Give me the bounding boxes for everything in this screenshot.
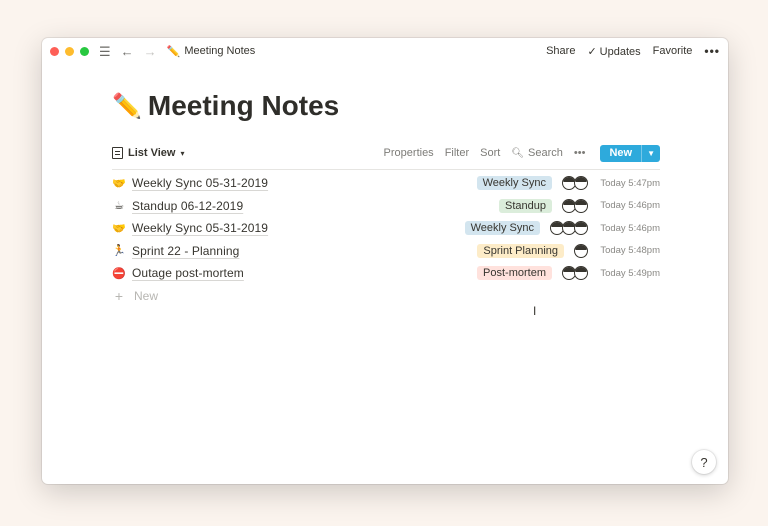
page-title-text: Meeting Notes	[147, 90, 340, 121]
page-emoji-icon: 🤝	[112, 222, 126, 235]
minimize-window-button[interactable]	[65, 46, 74, 56]
chevron-down-icon[interactable]: ▼	[641, 144, 660, 162]
list-item[interactable]: 🤝 Weekly Sync 05-31-2019 Weekly Sync Today …	[112, 172, 660, 195]
pencil-icon: ✏️	[166, 45, 181, 58]
avatar-group	[562, 198, 588, 213]
page-name[interactable]: Outage post-mortem	[132, 266, 244, 280]
help-button[interactable]: ?	[692, 450, 716, 474]
page-emoji-icon: ⛔	[112, 267, 126, 280]
avatar-group	[574, 243, 588, 258]
window-controls	[50, 46, 89, 56]
page-emoji-icon: 🤝	[112, 177, 126, 190]
view-label: List View	[128, 147, 176, 159]
avatar-group	[562, 176, 588, 191]
sort-button[interactable]: Sort	[480, 147, 500, 159]
created-time: Today 5:46pm	[600, 222, 660, 234]
filter-button[interactable]: Filter	[445, 147, 469, 159]
maximize-window-button[interactable]	[80, 46, 89, 56]
pencil-icon: ✏️	[112, 92, 142, 120]
updates-label: Updates	[599, 45, 641, 58]
view-selector[interactable]: List View ▾	[112, 147, 185, 159]
list-item[interactable]: 🏃 Sprint 22 - Planning Sprint Planning Toda…	[112, 240, 660, 263]
database-toolbar: List View ▾ Properties Filter Sort 🔍︎ Se…	[112, 142, 660, 170]
search-label: Search	[528, 147, 563, 159]
more-options-icon[interactable]: •••	[574, 147, 586, 159]
share-button[interactable]: Share	[546, 45, 575, 57]
search-button[interactable]: 🔍︎ Search	[511, 147, 563, 159]
title-bar: ☰ ← → ✏️ Meeting Notes Share ✓ Updates Fa…	[42, 38, 728, 64]
chevron-down-icon: ▾	[180, 148, 185, 158]
favorite-button[interactable]: Favorite	[653, 45, 693, 57]
avatar	[574, 243, 588, 258]
forward-arrow-icon[interactable]: →	[144, 45, 157, 58]
avatar	[574, 198, 588, 213]
type-tag: Sprint Planning	[477, 243, 564, 258]
app-window: ☰ ← → ✏️ Meeting Notes Share ✓ Updates Fa…	[42, 38, 728, 484]
add-new-row[interactable]: + New	[112, 285, 660, 307]
avatar-group	[562, 266, 588, 281]
text-cursor-icon: I	[533, 304, 537, 318]
check-icon: ✓	[587, 45, 597, 58]
new-button-label: New	[609, 147, 633, 159]
created-time: Today 5:46pm	[600, 200, 660, 212]
type-tag: Weekly Sync	[476, 176, 552, 191]
avatar	[574, 266, 588, 281]
created-time: Today 5:47pm	[600, 177, 660, 189]
new-button[interactable]: New ▼	[600, 144, 660, 162]
created-time: Today 5:49pm	[600, 267, 660, 279]
properties-button[interactable]: Properties	[384, 147, 434, 159]
more-options-icon[interactable]: •••	[704, 44, 720, 58]
page-name[interactable]: Weekly Sync 05-31-2019	[132, 176, 268, 190]
new-row-label: New	[134, 288, 159, 303]
page-name[interactable]: Standup 06-12-2019	[132, 199, 243, 213]
breadcrumb[interactable]: ✏️ Meeting Notes	[167, 45, 256, 58]
list-item[interactable]: ☕ Standup 06-12-2019 Standup Today 5:46pm	[112, 195, 660, 218]
avatar-group	[550, 221, 588, 236]
sidebar-menu-icon[interactable]: ☰	[99, 45, 111, 58]
plus-icon: +	[114, 287, 124, 304]
list-item[interactable]: ⛔ Outage post-mortem Post-mortem Today 5:49…	[112, 262, 660, 285]
page-emoji-icon: 🏃	[112, 245, 126, 258]
type-tag: Post-mortem	[477, 266, 552, 281]
updates-button[interactable]: ✓ Updates	[587, 45, 640, 58]
page-name[interactable]: Weekly Sync 05-31-2019	[132, 221, 268, 235]
page-emoji-icon: ☕	[114, 200, 124, 213]
avatar	[574, 176, 588, 191]
close-window-button[interactable]	[50, 46, 59, 56]
search-icon: 🔍︎	[511, 147, 525, 159]
type-tag: Weekly Sync	[464, 221, 540, 236]
page-title[interactable]: ✏️ Meeting Notes	[112, 90, 339, 122]
breadcrumb-title: Meeting Notes	[184, 45, 256, 57]
list-item[interactable]: 🤝 Weekly Sync 05-31-2019 Weekly Sync Today …	[112, 217, 660, 240]
list-view-icon	[112, 147, 123, 159]
avatar	[574, 221, 588, 236]
page-list: 🤝 Weekly Sync 05-31-2019 Weekly Sync Today …	[112, 172, 660, 307]
back-arrow-icon[interactable]: ←	[121, 45, 134, 58]
created-time: Today 5:48pm	[600, 245, 660, 257]
type-tag: Standup	[499, 198, 552, 213]
page-name[interactable]: Sprint 22 - Planning	[132, 244, 239, 258]
